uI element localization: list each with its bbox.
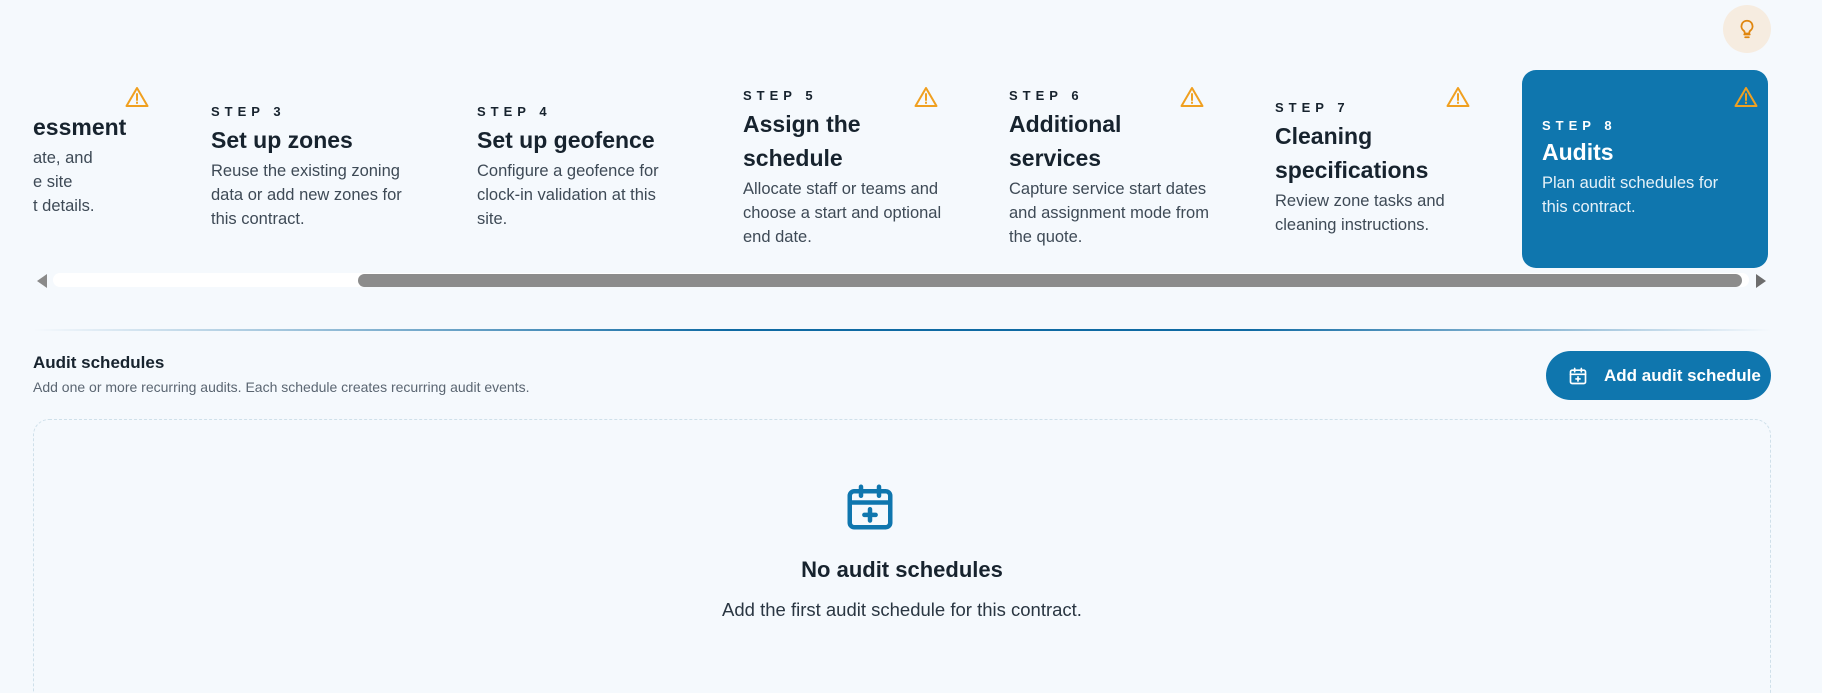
warning-icon bbox=[125, 87, 149, 107]
calendar-plus-icon bbox=[847, 484, 893, 530]
warning-icon bbox=[914, 87, 938, 107]
lightbulb-icon bbox=[1740, 19, 1754, 39]
step-card-4[interactable]: STEP 4 Set up geofence Configure a geofe… bbox=[457, 70, 703, 268]
section-header: Audit schedules Add one or more recurrin… bbox=[33, 353, 530, 395]
step-number: STEP 4 bbox=[477, 104, 552, 119]
scroll-right-arrow[interactable] bbox=[1756, 274, 1766, 288]
section-subtitle: Add one or more recurring audits. Each s… bbox=[33, 379, 530, 395]
step-card-7[interactable]: STEP 7 Cleaning specifications Review zo… bbox=[1255, 70, 1501, 268]
steps-carousel: essment ate, and e site t details. STEP … bbox=[33, 70, 1771, 270]
scrollbar-thumb[interactable] bbox=[358, 274, 1742, 287]
scroll-left-arrow[interactable] bbox=[37, 274, 47, 288]
step-number: STEP 3 bbox=[211, 104, 286, 119]
tips-button[interactable] bbox=[1723, 5, 1771, 53]
step-description: Reuse the existing zoning data or add ne… bbox=[211, 162, 402, 228]
step-description: Capture service start dates and assignme… bbox=[1009, 180, 1209, 246]
warning-icon bbox=[1734, 87, 1758, 107]
step-description: Plan audit schedules for this contract. bbox=[1542, 174, 1719, 216]
empty-state-message: Add the first audit schedule for this co… bbox=[722, 599, 1082, 620]
step-card-8[interactable]: STEP 8 Audits Plan audit schedules for t… bbox=[1522, 70, 1768, 268]
warning-icon bbox=[1446, 87, 1470, 107]
step-title: Assign the schedule bbox=[743, 111, 861, 171]
step-card-6[interactable]: STEP 6 Additional services Capture servi… bbox=[989, 70, 1235, 268]
step-title: Set up geofence bbox=[477, 127, 655, 153]
section-title: Audit schedules bbox=[33, 353, 165, 372]
step-title: Set up zones bbox=[211, 127, 353, 153]
empty-state-card bbox=[33, 419, 1771, 693]
step-description: Allocate staff or teams and choose a sta… bbox=[743, 180, 942, 246]
add-audit-schedule-button[interactable]: Add audit schedule bbox=[1546, 351, 1771, 400]
section-divider bbox=[33, 329, 1771, 331]
step-description: Configure a geofence for clock-in valida… bbox=[477, 162, 659, 228]
step-card-5[interactable]: STEP 5 Assign the schedule Allocate staf… bbox=[723, 70, 969, 268]
step-description: Review zone tasks and cleaning instructi… bbox=[1275, 192, 1445, 234]
step-title: Additional services bbox=[1009, 111, 1122, 171]
step-number: STEP 8 bbox=[1542, 118, 1617, 133]
empty-state-title: No audit schedules bbox=[801, 557, 1003, 582]
add-audit-schedule-label: Add audit schedule bbox=[1604, 365, 1761, 385]
calendar-plus-icon bbox=[1569, 367, 1587, 384]
step-title: Cleaning specifications bbox=[1275, 123, 1429, 183]
step-title: Audits bbox=[1542, 139, 1614, 165]
step-card-3[interactable]: STEP 3 Set up zones Reuse the existing z… bbox=[191, 70, 437, 268]
horizontal-scrollbar[interactable] bbox=[33, 270, 1771, 292]
warning-icon bbox=[1180, 87, 1204, 107]
